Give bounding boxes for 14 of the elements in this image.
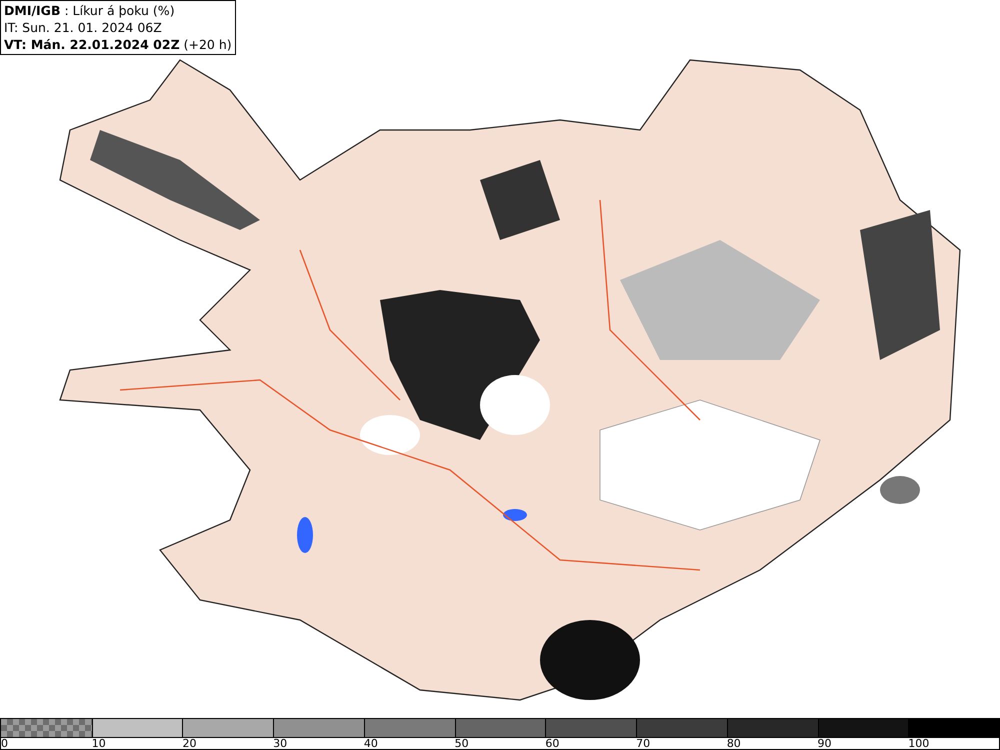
title-line: VT: Mán. 22.01.2024 02Z (+20 h) [4,36,232,53]
legend-label: 100 [908,738,930,749]
legend-label: 60 [545,738,560,749]
legend-label: 10 [92,738,106,749]
legend-label: 30 [273,738,288,749]
title-line: IT: Sun. 21. 01. 2024 06Z [4,19,163,36]
legend-label: 40 [364,738,378,749]
legend-label: 70 [636,738,650,749]
title-line: DMI/IGB : Líkur á þoku (%) [4,2,176,19]
legend-label: 20 [182,738,196,749]
legend-label: 90 [818,738,832,749]
legend-label: 80 [726,738,741,749]
legend-label: 50 [454,738,469,749]
legend-label: 0 [1,738,8,749]
